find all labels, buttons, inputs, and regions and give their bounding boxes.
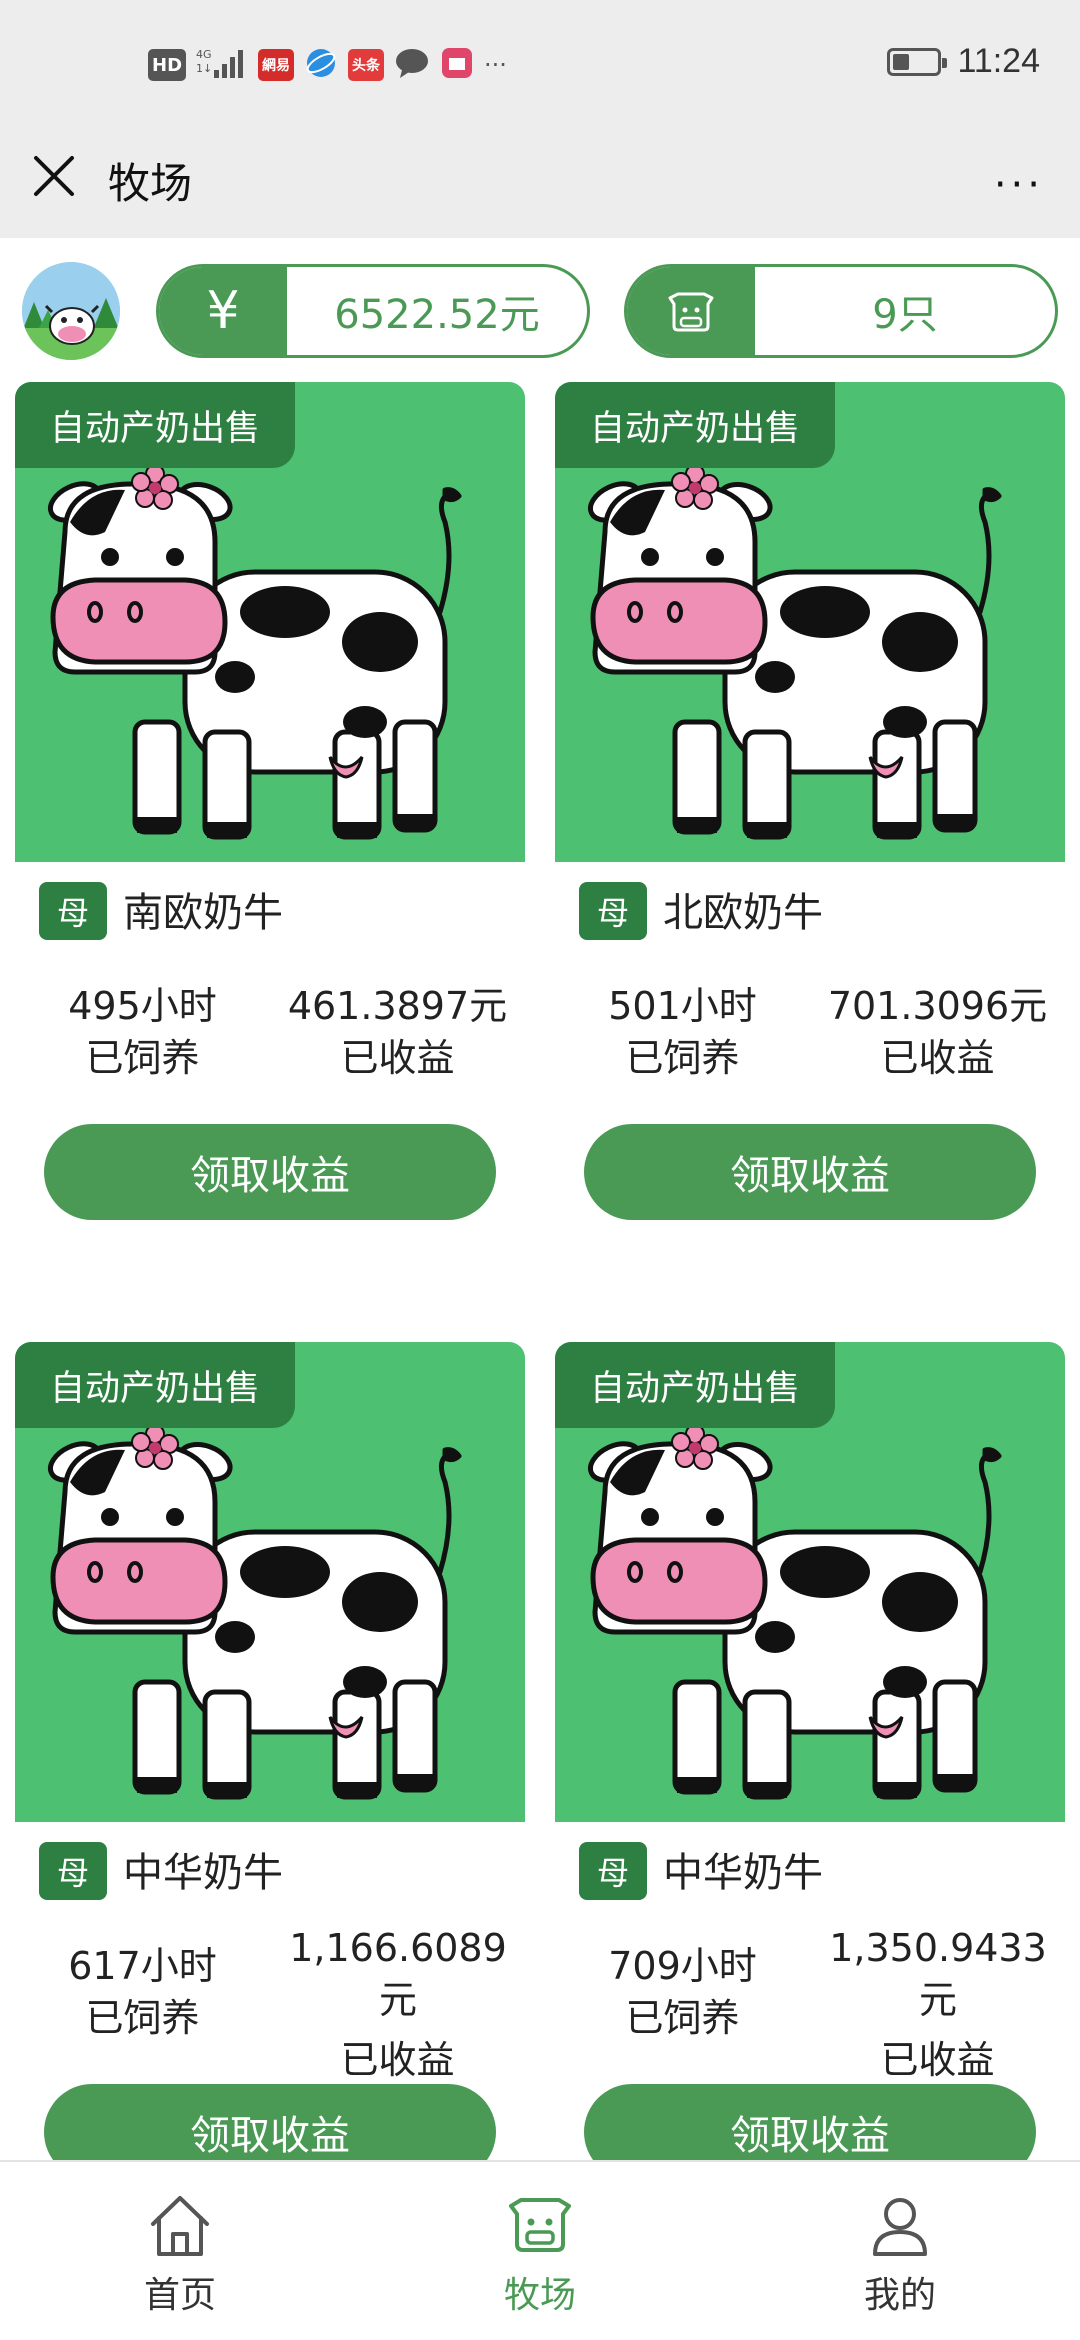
gender-badge: 母 [579,1842,647,1900]
tab-mine[interactable]: 我的 [720,2162,1080,2340]
auto-sell-tag: 自动产奶出售 [555,1342,835,1428]
breed-name: 北欧奶牛 [663,890,823,936]
gender-badge: 母 [39,1842,107,1900]
income-value: 701.3096元 [827,984,1048,1028]
toutiao-app-icon: 头条 [348,49,385,81]
tab-ranch[interactable]: 牧场 [360,2162,720,2340]
tab-label: 我的 [863,2275,936,2316]
breed-name: 中华奶牛 [123,1850,283,1896]
tab-home[interactable]: 首页 [0,2162,360,2340]
shopping-app-icon [440,46,474,84]
income-value: 1,350.9433元 [829,1926,1047,2022]
account-summary: ¥ 6522.52元 9只 [0,238,1080,368]
hd-icon: HD [148,49,187,81]
hours-value: 709小时 [608,1944,757,1988]
cow-image: 自动产奶出售 [555,382,1065,862]
tab-label: 牧场 [503,2275,576,2316]
breed-name: 中华奶牛 [663,1850,823,1896]
hours-label: 已饲养 [625,1996,740,2040]
4g-signal-icon: 4G 1↓ [196,46,248,84]
chat-app-icon [394,46,430,84]
hours-label: 已饲养 [625,1036,740,1080]
breed-name: 南欧奶牛 [123,890,283,936]
cow-head-icon [627,267,755,355]
gender-badge: 母 [579,882,647,940]
income-label: 已收益 [880,1036,995,1080]
auto-sell-tag: 自动产奶出售 [15,382,295,468]
income-value: 461.3897元 [287,984,508,1028]
status-right: 11:24 [887,42,1040,81]
avatar[interactable] [22,262,120,360]
battery-icon [887,47,948,76]
tab-label: 首页 [143,2275,216,2316]
cow-illustration [47,464,462,840]
cow-icon [509,2198,571,2252]
card-stats: 501小时 已饲养 701.3096元 已收益 [555,962,1065,1124]
browser-app-icon [304,46,338,84]
user-icon [873,2198,927,2256]
hours-value: 617小时 [68,1944,217,1988]
gender-badge: 母 [39,882,107,940]
close-icon[interactable] [28,150,82,204]
status-icons: HD 4G 1↓ 網易 头条 ··· [148,46,507,84]
card-stats: 495小时 已饲养 461.3897元 已收益 [15,962,525,1124]
claim-income-button[interactable]: 领取收益 [584,1124,1036,1220]
hours-label: 已饲养 [85,1036,200,1080]
cow-illustration [47,1424,462,1800]
auto-sell-tag: 自动产奶出售 [15,1342,295,1428]
status-bar: HD 4G 1↓ 網易 头条 ··· 11:24 [0,0,1080,130]
card-title-row: 母 中华奶牛 [555,1822,1065,1922]
nav-bar: 牧场 ··· [0,130,1080,238]
cow-illustration [587,1424,1002,1800]
card-title-row: 母 中华奶牛 [15,1822,525,1922]
netease-app-icon: 網易 [258,49,295,81]
card-stats: 709小时 已饲养 1,350.9433元 已收益 [555,1922,1065,2084]
cow-count-pill[interactable]: 9只 [624,264,1058,358]
more-dots-icon: ··· [484,51,507,79]
cow-count-value: 9只 [872,292,938,338]
balance-value: 6522.52元 [334,292,540,338]
cow-image: 自动产奶出售 [15,1342,525,1822]
more-menu-icon[interactable]: ··· [994,162,1044,208]
cow-image: 自动产奶出售 [15,382,525,862]
auto-sell-tag: 自动产奶出售 [555,382,835,468]
svg-text:4G: 4G [196,48,212,61]
cow-illustration [587,464,1002,840]
hours-label: 已饲养 [85,1996,200,2040]
svg-text:1↓: 1↓ [196,62,212,75]
clock: 11:24 [957,42,1040,80]
yen-icon: ¥ [159,267,287,355]
cow-card: 自动产奶出售 母 中华奶牛 709小时 已饲养 1,350.9433元 已收益 … [555,1342,1065,2180]
card-title-row: 母 北欧奶牛 [555,862,1065,962]
income-label: 已收益 [340,2038,455,2082]
card-title-row: 母 南欧奶牛 [15,862,525,962]
cow-card: 自动产奶出售 母 中华奶牛 617小时 已饲养 1,166.6089元 已收益 … [15,1342,525,2180]
claim-income-button[interactable]: 领取收益 [44,1124,496,1220]
hours-value: 495小时 [68,984,217,1028]
page-title: 牧场 [108,159,193,208]
income-value: 1,166.6089元 [289,1926,507,2022]
cow-image: 自动产奶出售 [555,1342,1065,1822]
home-icon [151,2196,209,2256]
income-label: 已收益 [880,2038,995,2082]
cow-card: 自动产奶出售 母 北欧奶牛 501小时 已饲养 701.3096元 已收益 领取… [555,382,1065,1220]
hours-value: 501小时 [608,984,757,1028]
bottom-tab-bar: 首页 牧场 我的 [0,2160,1080,2340]
balance-pill[interactable]: ¥ 6522.52元 [156,264,590,358]
cow-card: 自动产奶出售 母 南欧奶牛 495小时 已饲养 461.3897元 已收益 领取… [15,382,525,1220]
card-stats: 617小时 已饲养 1,166.6089元 已收益 [15,1922,525,2084]
income-label: 已收益 [340,1036,455,1080]
